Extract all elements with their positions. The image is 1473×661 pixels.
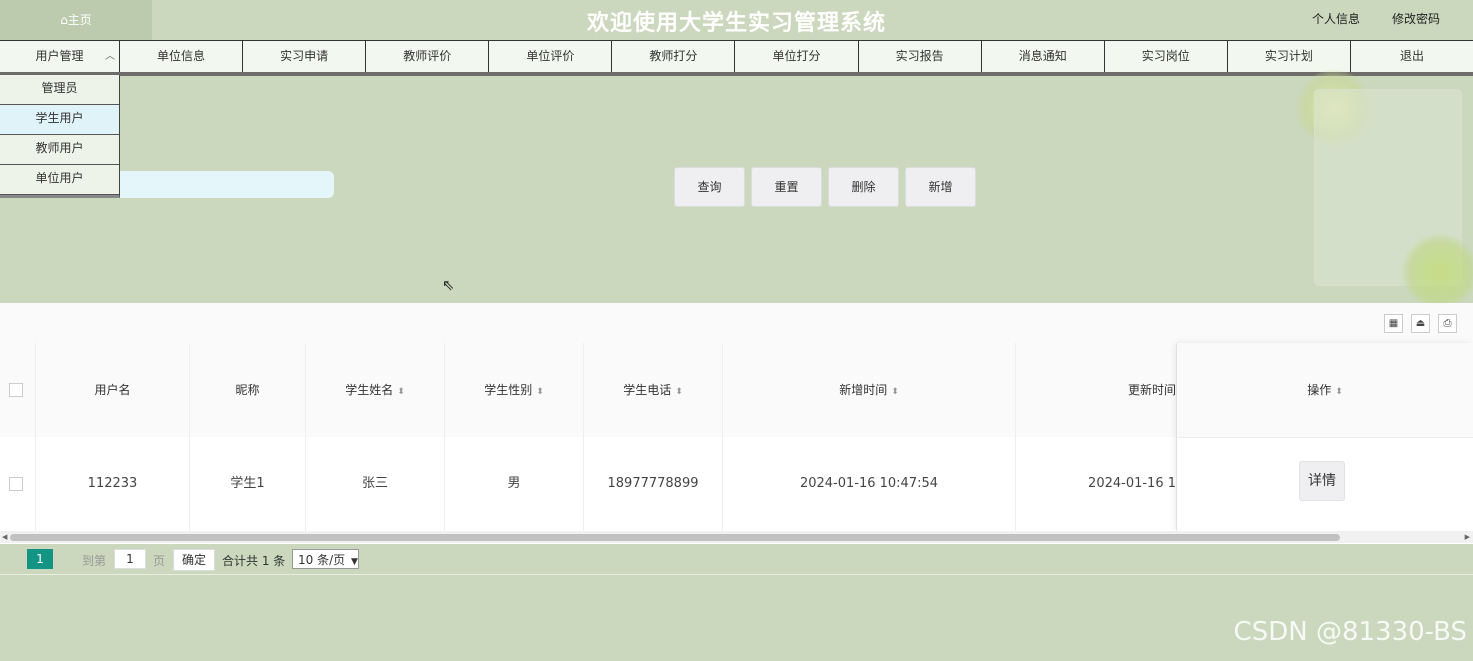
header-select-cell xyxy=(0,343,36,437)
cell-gender: 男 xyxy=(445,437,584,531)
column-header-gender[interactable]: 学生性别 ⬍ xyxy=(445,343,584,437)
column-header-actions[interactable]: 操作 ⬍ xyxy=(1177,343,1473,438)
cell-updated: 2024-01-16 1 xyxy=(1016,437,1177,531)
page-size-select[interactable]: 10 条/页 ▼ xyxy=(292,549,359,569)
dropdown-item-company-users[interactable]: 单位用户 xyxy=(0,165,119,195)
column-header-nickname: 昵称 xyxy=(190,343,306,437)
nav-logout[interactable]: 退出 xyxy=(1351,41,1473,72)
add-button[interactable]: 新增 xyxy=(905,167,976,207)
delete-button[interactable]: 删除 xyxy=(828,167,899,207)
nav-internship-report[interactable]: 实习报告 xyxy=(859,41,982,72)
search-input[interactable] xyxy=(110,171,334,198)
cell-student-name: 张三 xyxy=(306,437,445,531)
sort-icon[interactable]: ⬍ xyxy=(397,387,405,397)
nav-company-scoring[interactable]: 单位打分 xyxy=(735,41,859,72)
sort-icon[interactable]: ⬍ xyxy=(675,387,683,397)
horizontal-scrollbar[interactable]: ◀ ▶ xyxy=(0,531,1473,543)
row-checkbox[interactable] xyxy=(9,477,23,491)
main-nav: 用户管理 ︿ 单位信息 实习申请 教师评价 单位评价 教师打分 单位打分 实习报… xyxy=(0,40,1473,73)
column-label: 学生性别 xyxy=(484,383,533,397)
nav-teacher-scoring[interactable]: 教师打分 xyxy=(612,41,736,72)
nav-teacher-evaluation[interactable]: 教师评价 xyxy=(366,41,490,72)
goto-page-input[interactable]: 1 xyxy=(114,549,146,569)
table-toolbar: ▦ ⏏ ⎙ xyxy=(0,303,1473,344)
column-label: 操作 xyxy=(1307,383,1332,397)
column-header-updated[interactable]: 更新时间 xyxy=(1016,343,1177,437)
goto-label: 到第 xyxy=(82,554,107,568)
fixed-actions-column: 操作 ⬍ 详情 xyxy=(1177,343,1473,531)
column-label: 昵称 xyxy=(235,383,260,397)
column-header-username: 用户名 xyxy=(36,343,190,437)
nav-company-evaluation[interactable]: 单位评价 xyxy=(489,41,613,72)
column-header-student-name[interactable]: 学生姓名 ⬍ xyxy=(306,343,445,437)
columns-icon[interactable]: ▦ xyxy=(1384,314,1403,333)
cell-phone: 18977778899 xyxy=(584,437,723,531)
chevron-up-icon: ︿ xyxy=(105,51,115,62)
print-icon[interactable]: ⎙ xyxy=(1438,314,1457,333)
current-page-button[interactable]: 1 xyxy=(27,549,53,569)
select-all-checkbox[interactable] xyxy=(9,383,23,397)
column-label: 用户名 xyxy=(94,383,131,397)
reset-button[interactable]: 重置 xyxy=(751,167,822,207)
query-button[interactable]: 查询 xyxy=(674,167,745,207)
nav-internship-application[interactable]: 实习申请 xyxy=(243,41,367,72)
nav-divider xyxy=(0,72,1473,76)
dropdown-item-admin[interactable]: 管理员 xyxy=(0,75,119,105)
page-size-value: 10 条/页 xyxy=(298,553,346,567)
column-label: 更新时间 xyxy=(1127,383,1176,397)
export-icon[interactable]: ⏏ xyxy=(1411,314,1430,333)
column-header-phone[interactable]: 学生电话 ⬍ xyxy=(584,343,723,437)
scroll-right-icon[interactable]: ▶ xyxy=(1465,531,1470,543)
cell-nickname: 学生1 xyxy=(190,437,306,531)
watermark: CSDN @81330-BS xyxy=(1233,617,1467,647)
scroll-left-icon[interactable]: ◀ xyxy=(2,531,7,543)
sort-icon[interactable]: ⬍ xyxy=(536,387,544,397)
total-count: 合计共 1 条 xyxy=(222,554,286,568)
pagination: 1 到第 1 页 确定 合计共 1 条 10 条/页 ▼ xyxy=(0,544,1473,574)
cell-username: 112233 xyxy=(36,437,190,531)
page-unit-label: 页 xyxy=(153,554,166,568)
scrollbar-thumb[interactable] xyxy=(10,534,1340,541)
user-management-dropdown: 管理员 学生用户 教师用户 单位用户 xyxy=(0,75,120,198)
column-label: 学生电话 xyxy=(623,383,672,397)
sort-icon[interactable]: ⬍ xyxy=(891,387,899,397)
pagination-divider xyxy=(0,574,1473,575)
header-bar: ⌂主页 欢迎使用大学生实习管理系统 个人信息 修改密码 xyxy=(0,0,1473,40)
column-label: 学生姓名 xyxy=(345,383,394,397)
nav-company-info[interactable]: 单位信息 xyxy=(120,41,244,72)
row-select-cell xyxy=(0,437,36,531)
app-title: 欢迎使用大学生实习管理系统 xyxy=(586,11,886,36)
sort-icon[interactable]: ⬍ xyxy=(1335,387,1343,397)
profile-link[interactable]: 个人信息 xyxy=(1312,10,1360,27)
dropdown-item-student-users[interactable]: 学生用户 xyxy=(0,105,119,135)
decorative-blob xyxy=(1402,234,1473,310)
column-label: 新增时间 xyxy=(839,383,888,397)
goto-confirm-button[interactable]: 确定 xyxy=(173,549,215,571)
nav-notifications[interactable]: 消息通知 xyxy=(982,41,1105,72)
detail-button[interactable]: 详情 xyxy=(1299,461,1345,501)
change-password-link[interactable]: 修改密码 xyxy=(1392,10,1440,27)
dropdown-item-teacher-users[interactable]: 教师用户 xyxy=(0,135,119,165)
column-header-created[interactable]: 新增时间 ⬍ xyxy=(723,343,1016,437)
nav-label: 用户管理 xyxy=(35,49,84,63)
data-table: ▦ ⏏ ⎙ 用户名 昵称 学生姓名 ⬍ 学生性别 ⬍ 学生电话 ⬍ 新增时间 ⬍ 更新时… xyxy=(0,303,1473,544)
cell-created: 2024-01-16 10:47:54 xyxy=(723,437,1016,531)
nav-user-management[interactable]: 用户管理 ︿ xyxy=(0,41,120,72)
nav-internship-positions[interactable]: 实习岗位 xyxy=(1105,41,1228,72)
chevron-down-icon: ▼ xyxy=(350,557,358,567)
nav-internship-plan[interactable]: 实习计划 xyxy=(1228,41,1351,72)
mouse-cursor-icon: ⇖ xyxy=(442,276,455,294)
